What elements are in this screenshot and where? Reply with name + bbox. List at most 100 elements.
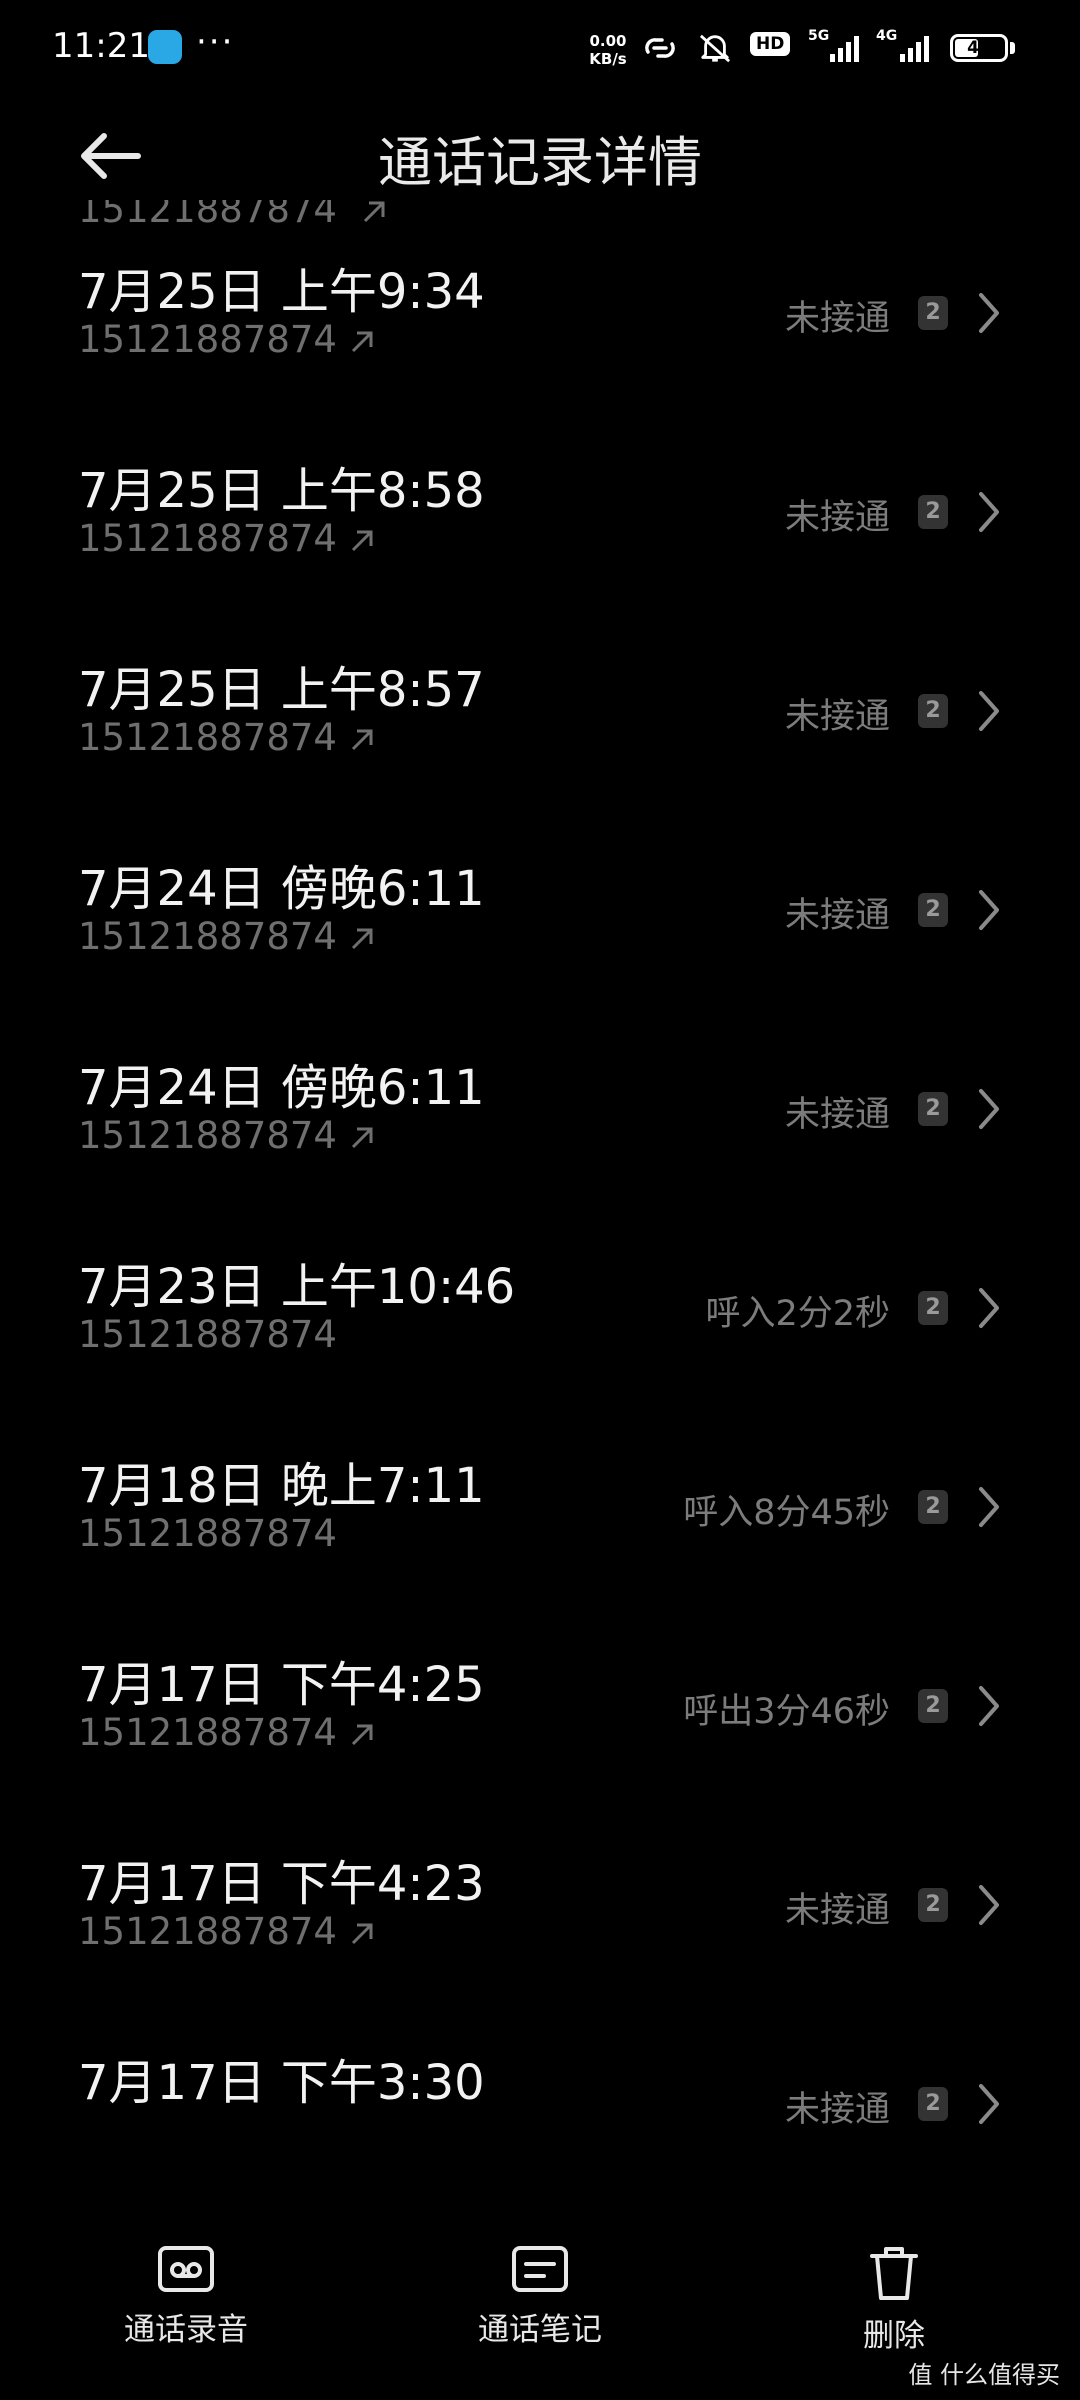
call-number: 15121887874: [78, 1512, 337, 1555]
call-number-text: 15121887874: [78, 1114, 337, 1157]
network-speed-value: 0.00: [589, 32, 627, 50]
call-notes-button[interactable]: 通话笔记: [420, 2222, 660, 2392]
status-bar: 11:21 ··· 0.00 KB/s HD 5G 4G 44: [0, 0, 1080, 100]
network-speed-unit: KB/s: [589, 50, 627, 68]
call-record-row[interactable]: 7月17日 下午4:23 15121887874 未接通 2: [0, 1802, 1080, 2000]
call-recording-button[interactable]: 通话录音: [66, 2222, 306, 2392]
trash-icon: [870, 2247, 918, 2300]
call-status: 未接通: [784, 697, 890, 737]
chevron-right-icon[interactable]: [976, 688, 1002, 734]
call-status: 未接通: [784, 498, 890, 538]
watermark: 值 什么值得买: [908, 2361, 1060, 2389]
link-icon: [645, 38, 675, 58]
call-record-row[interactable]: 7月23日 上午10:46 15121887874 呼入2分2秒 2: [0, 1205, 1080, 1403]
call-datetime: 7月24日 傍晚6:11: [78, 861, 485, 917]
call-number: 15121887874: [78, 1313, 337, 1356]
sim-badge: 2: [918, 2087, 948, 2121]
call-number-text: 15121887874: [78, 1512, 337, 1555]
call-status: 呼出3分46秒: [683, 1692, 890, 1732]
outgoing-call-icon: [351, 1923, 373, 1944]
call-number: 15121887874: [78, 318, 377, 361]
outgoing-call-icon: [351, 928, 373, 949]
sim-badge: 2: [918, 893, 948, 927]
page-title: 通话记录详情: [378, 131, 702, 194]
network-4g-label: 4G: [876, 28, 898, 44]
call-datetime: 7月25日 上午8:57: [78, 662, 485, 718]
chevron-right-icon[interactable]: [976, 1086, 1002, 1132]
call-number-text: 15121887874: [78, 1910, 337, 1953]
call-datetime: 7月25日 上午8:58: [78, 463, 485, 519]
battery-icon: 44: [950, 34, 1008, 62]
chevron-right-icon[interactable]: [976, 887, 1002, 933]
call-status: 呼入8分45秒: [683, 1493, 890, 1533]
call-status: 呼入2分2秒: [705, 1294, 890, 1334]
call-status: 未接通: [784, 896, 890, 936]
call-status: 未接通: [784, 1095, 890, 1135]
chevron-right-icon[interactable]: [976, 1285, 1002, 1331]
call-datetime: 7月17日 下午4:23: [78, 1856, 485, 1912]
sim-badge: 2: [918, 296, 948, 330]
call-record-row[interactable]: 7月17日 下午4:25 15121887874 呼出3分46秒 2: [0, 1603, 1080, 1801]
call-number-text: 15121887874: [78, 318, 337, 361]
outgoing-call-icon: [351, 331, 373, 352]
chevron-right-icon[interactable]: [976, 1882, 1002, 1928]
call-number-text: 15121887874: [78, 1313, 337, 1356]
sim-badge: 2: [918, 1092, 948, 1126]
call-number: 15121887874: [78, 716, 377, 759]
outgoing-call-icon: [351, 1724, 373, 1745]
call-number: 15121887874: [78, 1711, 377, 1754]
sim-badge: 2: [918, 1888, 948, 1922]
sim-badge: 2: [918, 1490, 948, 1524]
call-datetime: 7月24日 傍晚6:11: [78, 1060, 485, 1116]
call-datetime: 7月25日 上午9:34: [78, 264, 485, 320]
call-record-row[interactable]: 7月24日 傍晚6:11 15121887874 未接通 2: [0, 1006, 1080, 1204]
outgoing-call-icon: [351, 729, 373, 750]
signal-5g-icon: [830, 32, 859, 62]
call-record-row[interactable]: 7月17日 下午3:30 未接通 2: [0, 2001, 1080, 2199]
call-record-row[interactable]: 7月24日 傍晚6:11 15121887874 未接通 2: [0, 807, 1080, 1005]
call-notes-label: 通话笔记: [478, 2312, 602, 2348]
notes-icon: [512, 2246, 568, 2292]
call-datetime: 7月17日 下午3:30: [78, 2055, 485, 2111]
mute-bell-icon: [699, 34, 731, 63]
call-number: 15121887874: [78, 1114, 377, 1157]
call-record-row[interactable]: 7月25日 上午8:57 15121887874 未接通 2: [0, 608, 1080, 806]
more-notifications-icon: ···: [196, 22, 235, 62]
call-record-row[interactable]: 7月25日 上午9:34 15121887874 未接通 2: [0, 210, 1080, 408]
call-datetime: 7月23日 上午10:46: [78, 1259, 516, 1315]
call-status: 未接通: [784, 1891, 890, 1931]
call-number: 15121887874: [78, 517, 377, 560]
bottom-action-bar: 通话录音 通话笔记 删除 值 什么值得买: [0, 2222, 1080, 2400]
app-notification-icon: [148, 30, 182, 64]
call-number-text: 15121887874: [78, 915, 337, 958]
sim-badge: 2: [918, 694, 948, 728]
chevron-right-icon[interactable]: [976, 1484, 1002, 1530]
call-status: 未接通: [784, 2090, 890, 2130]
call-status: 未接通: [784, 299, 890, 339]
chevron-right-icon[interactable]: [976, 1683, 1002, 1729]
chevron-right-icon[interactable]: [976, 290, 1002, 336]
sim-badge: 2: [918, 1291, 948, 1325]
chevron-right-icon[interactable]: [976, 2081, 1002, 2127]
call-recording-label: 通话录音: [124, 2312, 248, 2348]
outgoing-call-icon: [351, 530, 373, 551]
battery-level: 44: [967, 38, 991, 58]
call-record-row[interactable]: 7月25日 上午8:58 15121887874 未接通 2: [0, 409, 1080, 607]
call-number-text: 15121887874: [78, 517, 337, 560]
call-number: 15121887874: [78, 915, 377, 958]
status-time: 11:21: [52, 26, 150, 66]
network-speed: 0.00 KB/s: [582, 32, 634, 68]
signal-4g-icon: [900, 32, 929, 62]
call-datetime: 7月17日 下午4:25: [78, 1657, 485, 1713]
network-5g-label: 5G: [808, 28, 830, 44]
sim-badge: 2: [918, 1689, 948, 1723]
call-record-list[interactable]: 15121887874 7月25日 上午9:34 15121887874 未接通 2 7…: [0, 200, 1080, 2200]
call-number-text: 15121887874: [78, 716, 337, 759]
call-number: 15121887874: [78, 1910, 377, 1953]
chevron-right-icon[interactable]: [976, 489, 1002, 535]
recording-icon: [158, 2246, 214, 2292]
call-datetime: 7月18日 晚上7:11: [78, 1458, 485, 1514]
call-number-text: 15121887874: [78, 1711, 337, 1754]
hd-icon: HD: [750, 32, 791, 56]
call-record-row[interactable]: 7月18日 晚上7:11 15121887874 呼入8分45秒 2: [0, 1404, 1080, 1602]
